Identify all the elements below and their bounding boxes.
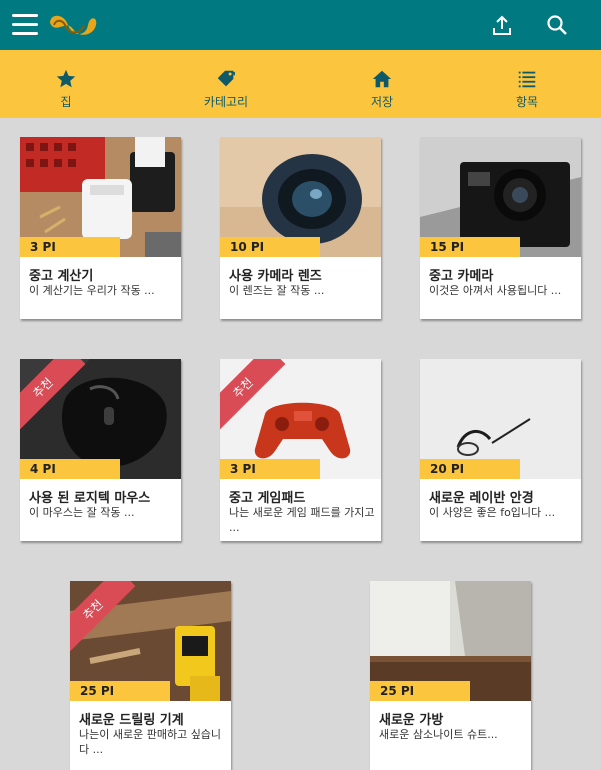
product-card-logitech-mouse[interactable]: 추천 4 PI 사용 된 로지텍 마우스 이 마우스는 잘 작동 ... <box>20 359 181 541</box>
price-badge: 20 PI <box>420 459 520 479</box>
price-badge: 15 PI <box>420 237 520 257</box>
upload-share-icon[interactable] <box>490 14 514 38</box>
product-card-camera[interactable]: 15 PI 중고 카메라 이것은 아껴서 사용됩니다 ... <box>420 137 581 319</box>
product-title: 새로운 가방 <box>379 713 444 728</box>
product-description: 이 마우스는 잘 작동 ... <box>29 506 135 519</box>
product-description: 나는 새로운 게임 패드를 가지고 ... <box>229 506 375 534</box>
product-title: 새로운 레이반 안경 <box>429 491 534 506</box>
product-description: 이 사양은 좋은 fo입니다 ... <box>429 506 556 519</box>
star-icon <box>56 69 76 88</box>
tab-category[interactable]: 카테고리 <box>166 50 286 118</box>
product-card-camera-lens[interactable]: 10 PI 사용 카메라 렌즈 이 렌즈는 잘 작동 ... <box>220 137 381 319</box>
product-title: 사용 카메라 렌즈 <box>229 269 322 284</box>
home-icon <box>372 70 392 88</box>
product-title: 새로운 드릴링 기계 <box>79 713 184 728</box>
price-badge: 3 PI <box>20 237 120 257</box>
search-icon[interactable] <box>545 13 569 37</box>
product-description: 나는이 새로운 판매하고 싶습니다 ... <box>79 728 222 756</box>
top-app-bar <box>0 0 601 50</box>
product-title: 사용 된 로지텍 마우스 <box>29 491 151 506</box>
product-card-bag[interactable]: 25 PI 새로운 가방 새로운 삼소나이트 슈트... <box>370 581 531 770</box>
price-badge: 25 PI <box>370 681 470 701</box>
tab-label: 집 <box>60 95 72 109</box>
tab-save[interactable]: 저장 <box>322 50 442 118</box>
price-badge: 10 PI <box>220 237 320 257</box>
product-card-gamepad[interactable]: 추천 3 PI 중고 게임패드 나는 새로운 게임 패드를 가지고 ... <box>220 359 381 541</box>
price-badge: 25 PI <box>70 681 170 701</box>
list-icon <box>518 71 536 88</box>
tab-label: 항목 <box>515 95 539 109</box>
product-title: 중고 카메라 <box>429 269 494 284</box>
category-tab-bar: 집 카테고리 저장 항목 <box>0 50 601 118</box>
brand-logo[interactable] <box>46 9 100 41</box>
product-description: 새로운 삼소나이트 슈트... <box>379 728 498 741</box>
product-description: 이것은 아껴서 사용됩니다 ... <box>429 284 562 297</box>
product-title: 중고 게임패드 <box>229 491 306 506</box>
tag-icon <box>217 70 235 87</box>
tab-label: 카테고리 <box>203 95 249 109</box>
product-card-rayban-glasses[interactable]: 20 PI 새로운 레이반 안경 이 사양은 좋은 fo입니다 ... <box>420 359 581 541</box>
product-description: 이 렌즈는 잘 작동 ... <box>229 284 325 297</box>
product-description: 이 계산기는 우리가 작동 ... <box>29 284 155 297</box>
hamburger-menu-icon[interactable] <box>12 14 38 36</box>
tab-items[interactable]: 항목 <box>467 50 587 118</box>
price-badge: 4 PI <box>20 459 120 479</box>
price-badge: 3 PI <box>220 459 320 479</box>
product-card-drill[interactable]: 추천 25 PI 새로운 드릴링 기계 나는이 새로운 판매하고 싶습니다 ..… <box>70 581 231 770</box>
product-title: 중고 계산기 <box>29 269 94 284</box>
product-card-calculator[interactable]: 3 PI 중고 계산기 이 계산기는 우리가 작동 ... <box>20 137 181 319</box>
tab-label: 저장 <box>370 95 394 109</box>
tab-home[interactable]: 집 <box>6 50 126 118</box>
